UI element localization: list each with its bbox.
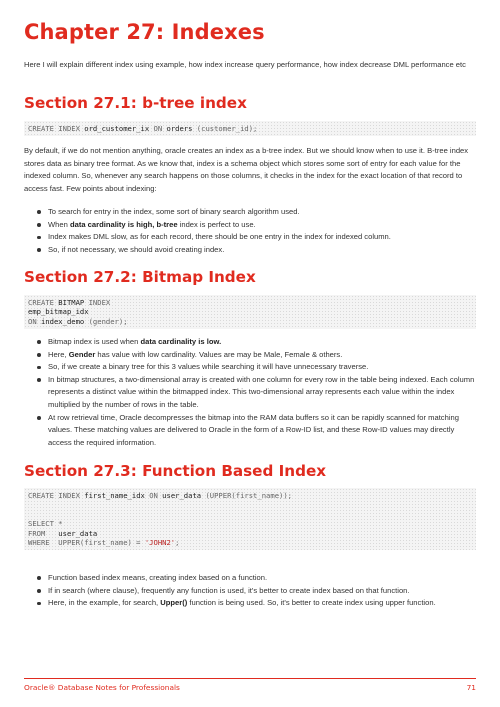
code-line: CREATE INDEX first_name_idx ON user_data… <box>28 491 472 500</box>
list-item: If in search (where clause), frequently … <box>24 585 476 598</box>
document-page: Chapter 27: Indexes Here I will explain … <box>0 0 500 707</box>
bold-text: data cardinality is low. <box>140 337 222 346</box>
list-item: Index makes DML slow, as for each record… <box>24 231 476 244</box>
code-token: ON <box>28 316 41 326</box>
list-item: In bitmap structures, a two-dimensional … <box>24 374 476 412</box>
list-item: Function based index means, creating ind… <box>24 572 476 585</box>
footer-page-number: 71 <box>466 683 476 692</box>
list-item-text: So, if not necessary, we should avoid cr… <box>48 244 225 254</box>
list-item: So, if we create a binary tree for this … <box>24 361 476 374</box>
list-item-text: index is perfect to use. <box>177 219 256 229</box>
code-token: emp_bitmap_idx <box>28 307 89 317</box>
code-token: index_demo <box>40 316 89 326</box>
list-item-text: If in search (where clause), frequently … <box>48 585 410 595</box>
list-item-text: Bitmap index is used when <box>48 337 141 346</box>
code-token: CREATE <box>28 298 59 307</box>
list-item-text: At row retrieval time, Oracle decompress… <box>48 412 459 447</box>
code-token: BITMAP <box>58 298 89 307</box>
code-token: ON <box>149 124 167 133</box>
code-token: CREATE INDEX <box>28 124 85 133</box>
list-item: Bitmap index is used when data cardinali… <box>24 336 476 349</box>
code-block-bitmap: CREATE BITMAP INDEX emp_bitmap_idx ON inde… <box>24 295 476 330</box>
list-item: At row retrieval time, Oracle decompress… <box>24 412 476 450</box>
bold-text: Upper() <box>160 598 188 608</box>
code-block-btree: CREATE INDEX ord_customer_ix ON orders (… <box>24 121 476 137</box>
list-item-text: When <box>48 219 70 229</box>
code-token: (customer_id); <box>196 124 258 133</box>
btree-paragraph: By default, if we do not mention anythin… <box>24 146 469 193</box>
code-token: CREATE INDEX <box>28 491 85 500</box>
code-token: orders <box>166 124 197 133</box>
list-item-text: Index makes DML slow, as for each record… <box>48 232 391 242</box>
code-token: (UPPER(first_name)); <box>205 491 292 500</box>
code-token: INDEX <box>88 298 111 307</box>
function-bullet-list: Function based index means, creating ind… <box>24 572 476 610</box>
code-token: user_data <box>162 491 206 500</box>
list-item-text: To search for entry in the index, some s… <box>48 207 300 216</box>
section-function-title: Section 27.3: Function Based Index <box>24 462 327 480</box>
section-btree-title: Section 27.1: b-tree index <box>24 94 247 112</box>
list-item: Here, Gender has value with low cardinal… <box>24 349 476 362</box>
code-token: first_name_idx <box>84 491 150 500</box>
list-item: Here, in the example, for search, Upper(… <box>24 597 476 610</box>
list-item-text: Here, <box>48 349 69 359</box>
list-item-text: Function based index means, creating ind… <box>48 573 268 582</box>
list-item-text: So, if we create a binary tree for this … <box>48 362 369 372</box>
code-token: SELECT <box>28 519 59 529</box>
btree-bullet-list: To search for entry in the index, some s… <box>24 206 476 256</box>
list-item-text: In bitmap structures, a two-dimensional … <box>48 374 475 409</box>
code-line: FROM user_data <box>28 529 472 538</box>
code-token: WHERE UPPER(first_name) = <box>28 537 145 547</box>
footer-book-title: Oracle® Database Notes for Professionals <box>24 683 180 692</box>
code-line: emp_bitmap_idx <box>28 307 472 316</box>
bitmap-bullet-list: Bitmap index is used when data cardinali… <box>24 336 476 449</box>
list-item-text: has value with low cardinality. Values a… <box>95 349 343 359</box>
bold-text: Gender <box>68 349 96 359</box>
list-item-text: function is being used. So, it's better … <box>187 598 436 608</box>
footer-rule <box>24 678 476 679</box>
code-line: ON index_demo (gender); <box>28 317 472 326</box>
code-line: SELECT * <box>28 519 472 528</box>
code-token: FROM <box>28 528 59 538</box>
code-token: * <box>58 519 63 529</box>
code-token: (gender); <box>88 316 128 326</box>
code-token: ; <box>175 537 180 547</box>
bold-text: data cardinality is high, b-tree <box>69 219 178 229</box>
chapter-title: Chapter 27: Indexes <box>24 20 265 44</box>
code-token: ord_customer_ix <box>84 124 150 133</box>
list-item-text: Here, in the example, for search, <box>48 598 161 608</box>
code-token: ON <box>149 491 163 500</box>
list-item: To search for entry in the index, some s… <box>24 206 476 219</box>
code-block-function: CREATE INDEX first_name_idx ON user_data… <box>24 488 476 551</box>
code-line: CREATE BITMAP INDEX <box>28 298 472 307</box>
code-line: CREATE INDEX ord_customer_ix ON orders (… <box>28 124 472 133</box>
list-item: When data cardinality is high, b-tree in… <box>24 219 476 232</box>
section-bitmap-title: Section 27.2: Bitmap Index <box>24 268 256 286</box>
chapter-intro: Here I will explain different index usin… <box>24 60 466 69</box>
code-line: WHERE UPPER(first_name) = 'JOHN2'; <box>28 538 472 547</box>
list-item: So, if not necessary, we should avoid cr… <box>24 244 476 257</box>
code-token: user_data <box>58 528 98 538</box>
code-token: 'JOHN2' <box>144 537 176 547</box>
